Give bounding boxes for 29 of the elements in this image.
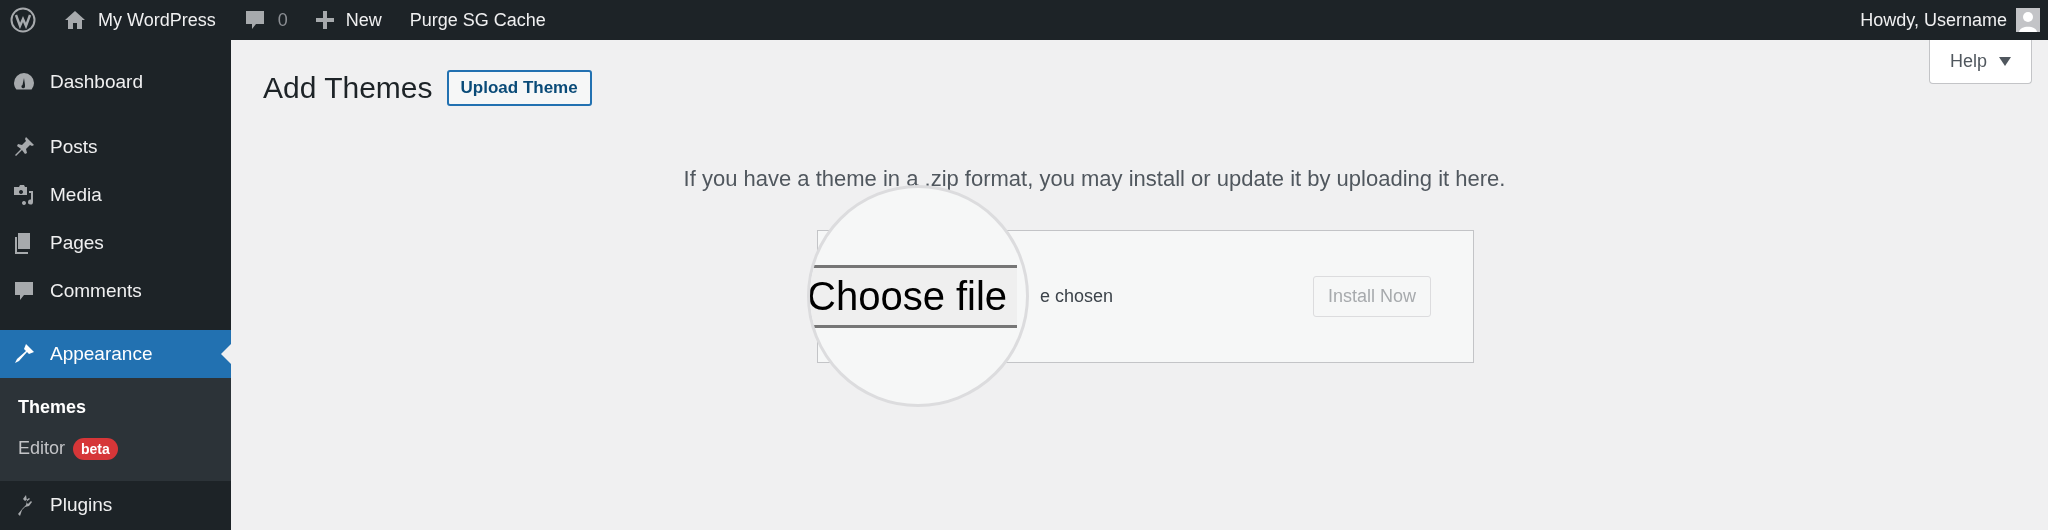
upload-instructions: If you have a theme in a .zip format, you may install or update it by uploading it here. xyxy=(682,166,1507,192)
site-name-link[interactable]: My WordPress xyxy=(98,9,216,31)
menu-icon xyxy=(12,342,36,366)
greeting-link[interactable]: Howdy, Username xyxy=(1860,9,2007,31)
file-status-text: e chosen xyxy=(1040,286,1114,307)
page-title: Add Themes xyxy=(263,71,433,105)
submenu-label[interactable]: Editor xyxy=(18,438,66,459)
sidebar-item[interactable]: Plugins xyxy=(0,481,231,529)
upload-theme-button[interactable]: Upload Theme xyxy=(446,70,592,106)
home-icon[interactable] xyxy=(64,10,86,30)
comment-icon[interactable] xyxy=(243,9,266,31)
sidebar-item[interactable]: Dashboard xyxy=(0,58,231,106)
help-button[interactable]: Help xyxy=(1928,40,2032,84)
sidebar-item[interactable]: Appearance xyxy=(0,330,231,378)
sidebar-item[interactable]: Posts xyxy=(0,123,231,171)
menu-icon xyxy=(12,183,36,207)
sidebar-item[interactable]: Media xyxy=(0,171,231,219)
purge-cache-link[interactable]: Purge SG Cache xyxy=(409,9,546,31)
submenu-item[interactable]: Editor beta xyxy=(0,428,231,469)
comment-count: 0 xyxy=(277,9,288,31)
wordpress-logo-icon[interactable] xyxy=(10,7,36,33)
caret-icon xyxy=(1999,57,2011,66)
new-link[interactable]: New xyxy=(345,9,382,31)
submenu-item[interactable]: Themes xyxy=(0,387,231,428)
sidebar-item[interactable]: Comments xyxy=(0,267,231,315)
beta-badge: beta xyxy=(73,437,118,460)
sidebar-item[interactable]: Pages xyxy=(0,219,231,267)
submenu-label[interactable]: Themes xyxy=(18,397,87,418)
plus-icon[interactable] xyxy=(315,11,334,29)
